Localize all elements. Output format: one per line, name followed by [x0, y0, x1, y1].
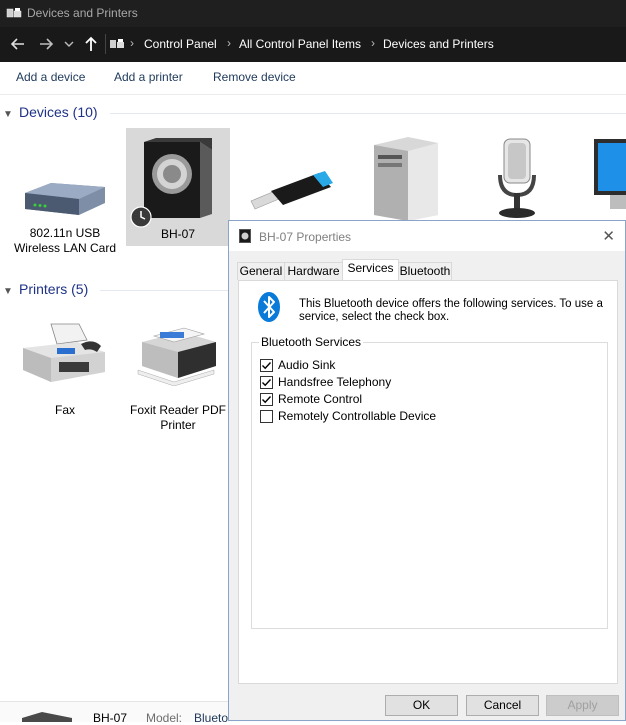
details-device-name: BH-07 [93, 711, 128, 725]
forward-arrow-icon[interactable] [37, 35, 55, 53]
collapse-chevron-icon: ▼ [3, 109, 13, 120]
device-item-computer[interactable] [354, 129, 458, 224]
device-item-wifi-adapter[interactable]: 802.11n USB Wireless LAN Card [13, 129, 117, 269]
back-arrow-icon[interactable] [9, 35, 27, 53]
device-label: 802.11n USB Wireless LAN Card [13, 226, 117, 255]
add-device-button[interactable]: Add a device [16, 70, 85, 84]
remove-device-button[interactable]: Remove device [213, 70, 296, 84]
checkmark-icon [262, 379, 272, 387]
address-bar: › Control Panel › All Control Panel Item… [0, 27, 626, 62]
device-item-monitor[interactable] [584, 129, 626, 224]
cancel-button[interactable]: Cancel [466, 695, 539, 716]
dialog-title: BH-07 Properties [259, 230, 352, 244]
breadcrumb-control-panel[interactable]: Control Panel [144, 37, 217, 51]
breadcrumb[interactable]: › Control Panel › All Control Panel Item… [105, 34, 626, 54]
microphone-icon [498, 138, 536, 218]
remotely-controllable-device-checkbox[interactable] [260, 410, 273, 423]
group-divider [110, 113, 626, 114]
services-tab-panel: This Bluetooth device offers the followi… [238, 280, 618, 684]
close-icon[interactable]: ✕ [602, 227, 615, 245]
apply-button[interactable]: Apply [546, 695, 619, 716]
ok-button[interactable]: OK [385, 695, 458, 716]
handsfree-telephony-checkbox[interactable] [260, 376, 273, 389]
control-panel-location-icon [110, 39, 124, 48]
printer-item-foxit[interactable]: Foxit Reader PDF Printer [126, 312, 230, 432]
printers-group-label: Printers (5) [19, 281, 89, 297]
devices-group-label: Devices (10) [19, 104, 98, 120]
devices-and-printers-icon [6, 8, 22, 18]
devices-group-header[interactable]: ▼ Devices (10) [3, 104, 98, 120]
breadcrumb-separator-icon: › [227, 36, 231, 50]
speaker-icon [144, 138, 212, 218]
speaker-thumbnail-icon [22, 712, 72, 722]
device-label: BH-07 [160, 227, 195, 241]
monitor-icon [594, 139, 626, 209]
bluetooth-icon [258, 292, 280, 322]
details-model-label: Model: [146, 711, 183, 725]
device-item-microphone[interactable] [466, 129, 570, 224]
fax-icon [23, 323, 105, 382]
device-item-bh-07[interactable]: BH-07 [126, 128, 230, 246]
services-description: This Bluetooth device offers the followi… [299, 298, 603, 323]
command-bar: Add a device Add a printer Remove device [0, 62, 626, 95]
window-titlebar: Devices and Printers [0, 0, 626, 27]
tab-services[interactable]: Services [342, 259, 399, 280]
printer-label: Fax [54, 403, 75, 417]
checkmark-icon [262, 362, 272, 370]
tab-hardware[interactable]: Hardware [284, 262, 343, 280]
default-device-clock-icon [130, 206, 152, 228]
remote-control-checkbox[interactable] [260, 393, 273, 406]
usb-drive-icon [250, 171, 333, 210]
printer-item-fax[interactable]: Fax [13, 312, 117, 422]
collapse-chevron-icon: ▼ [3, 286, 13, 297]
breadcrumb-devices-and-printers[interactable]: Devices and Printers [383, 37, 494, 51]
tab-bluetooth[interactable]: Bluetooth [398, 262, 452, 280]
service-label: Remote Control [278, 392, 363, 406]
wifi-adapter-icon [25, 183, 105, 215]
properties-dialog: BH-07 Properties ✕ General Hardware Serv… [228, 220, 626, 721]
dialog-titlebar[interactable]: BH-07 Properties ✕ [229, 221, 625, 251]
tab-general[interactable]: General [237, 262, 285, 280]
details-model-value: Blueto [194, 711, 229, 725]
breadcrumb-separator-icon: › [371, 36, 375, 50]
bluetooth-services-group: Bluetooth Services Audio Sink Handsfree … [251, 335, 608, 629]
audio-sink-checkbox[interactable] [260, 359, 273, 372]
add-printer-button[interactable]: Add a printer [114, 70, 183, 84]
printer-label: Foxit Reader PDF Printer [129, 403, 227, 432]
checkmark-icon [262, 396, 272, 404]
breadcrumb-separator-icon: › [130, 36, 134, 50]
recent-locations-chevron-icon[interactable] [63, 35, 75, 53]
group-divider [100, 290, 228, 291]
device-item-usb-drive[interactable] [246, 129, 350, 224]
printer-icon [137, 327, 216, 386]
service-label: Remotely Controllable Device [278, 409, 437, 423]
group-title: Bluetooth Services [259, 335, 364, 349]
printers-group-header[interactable]: ▼ Printers (5) [3, 281, 88, 297]
service-label: Handsfree Telephony [278, 375, 392, 389]
breadcrumb-all-items[interactable]: All Control Panel Items [239, 37, 361, 51]
service-label: Audio Sink [278, 358, 336, 372]
up-arrow-icon[interactable] [82, 35, 100, 53]
computer-tower-icon [374, 137, 438, 221]
window-title: Devices and Printers [27, 6, 138, 20]
speaker-small-icon [239, 229, 251, 243]
